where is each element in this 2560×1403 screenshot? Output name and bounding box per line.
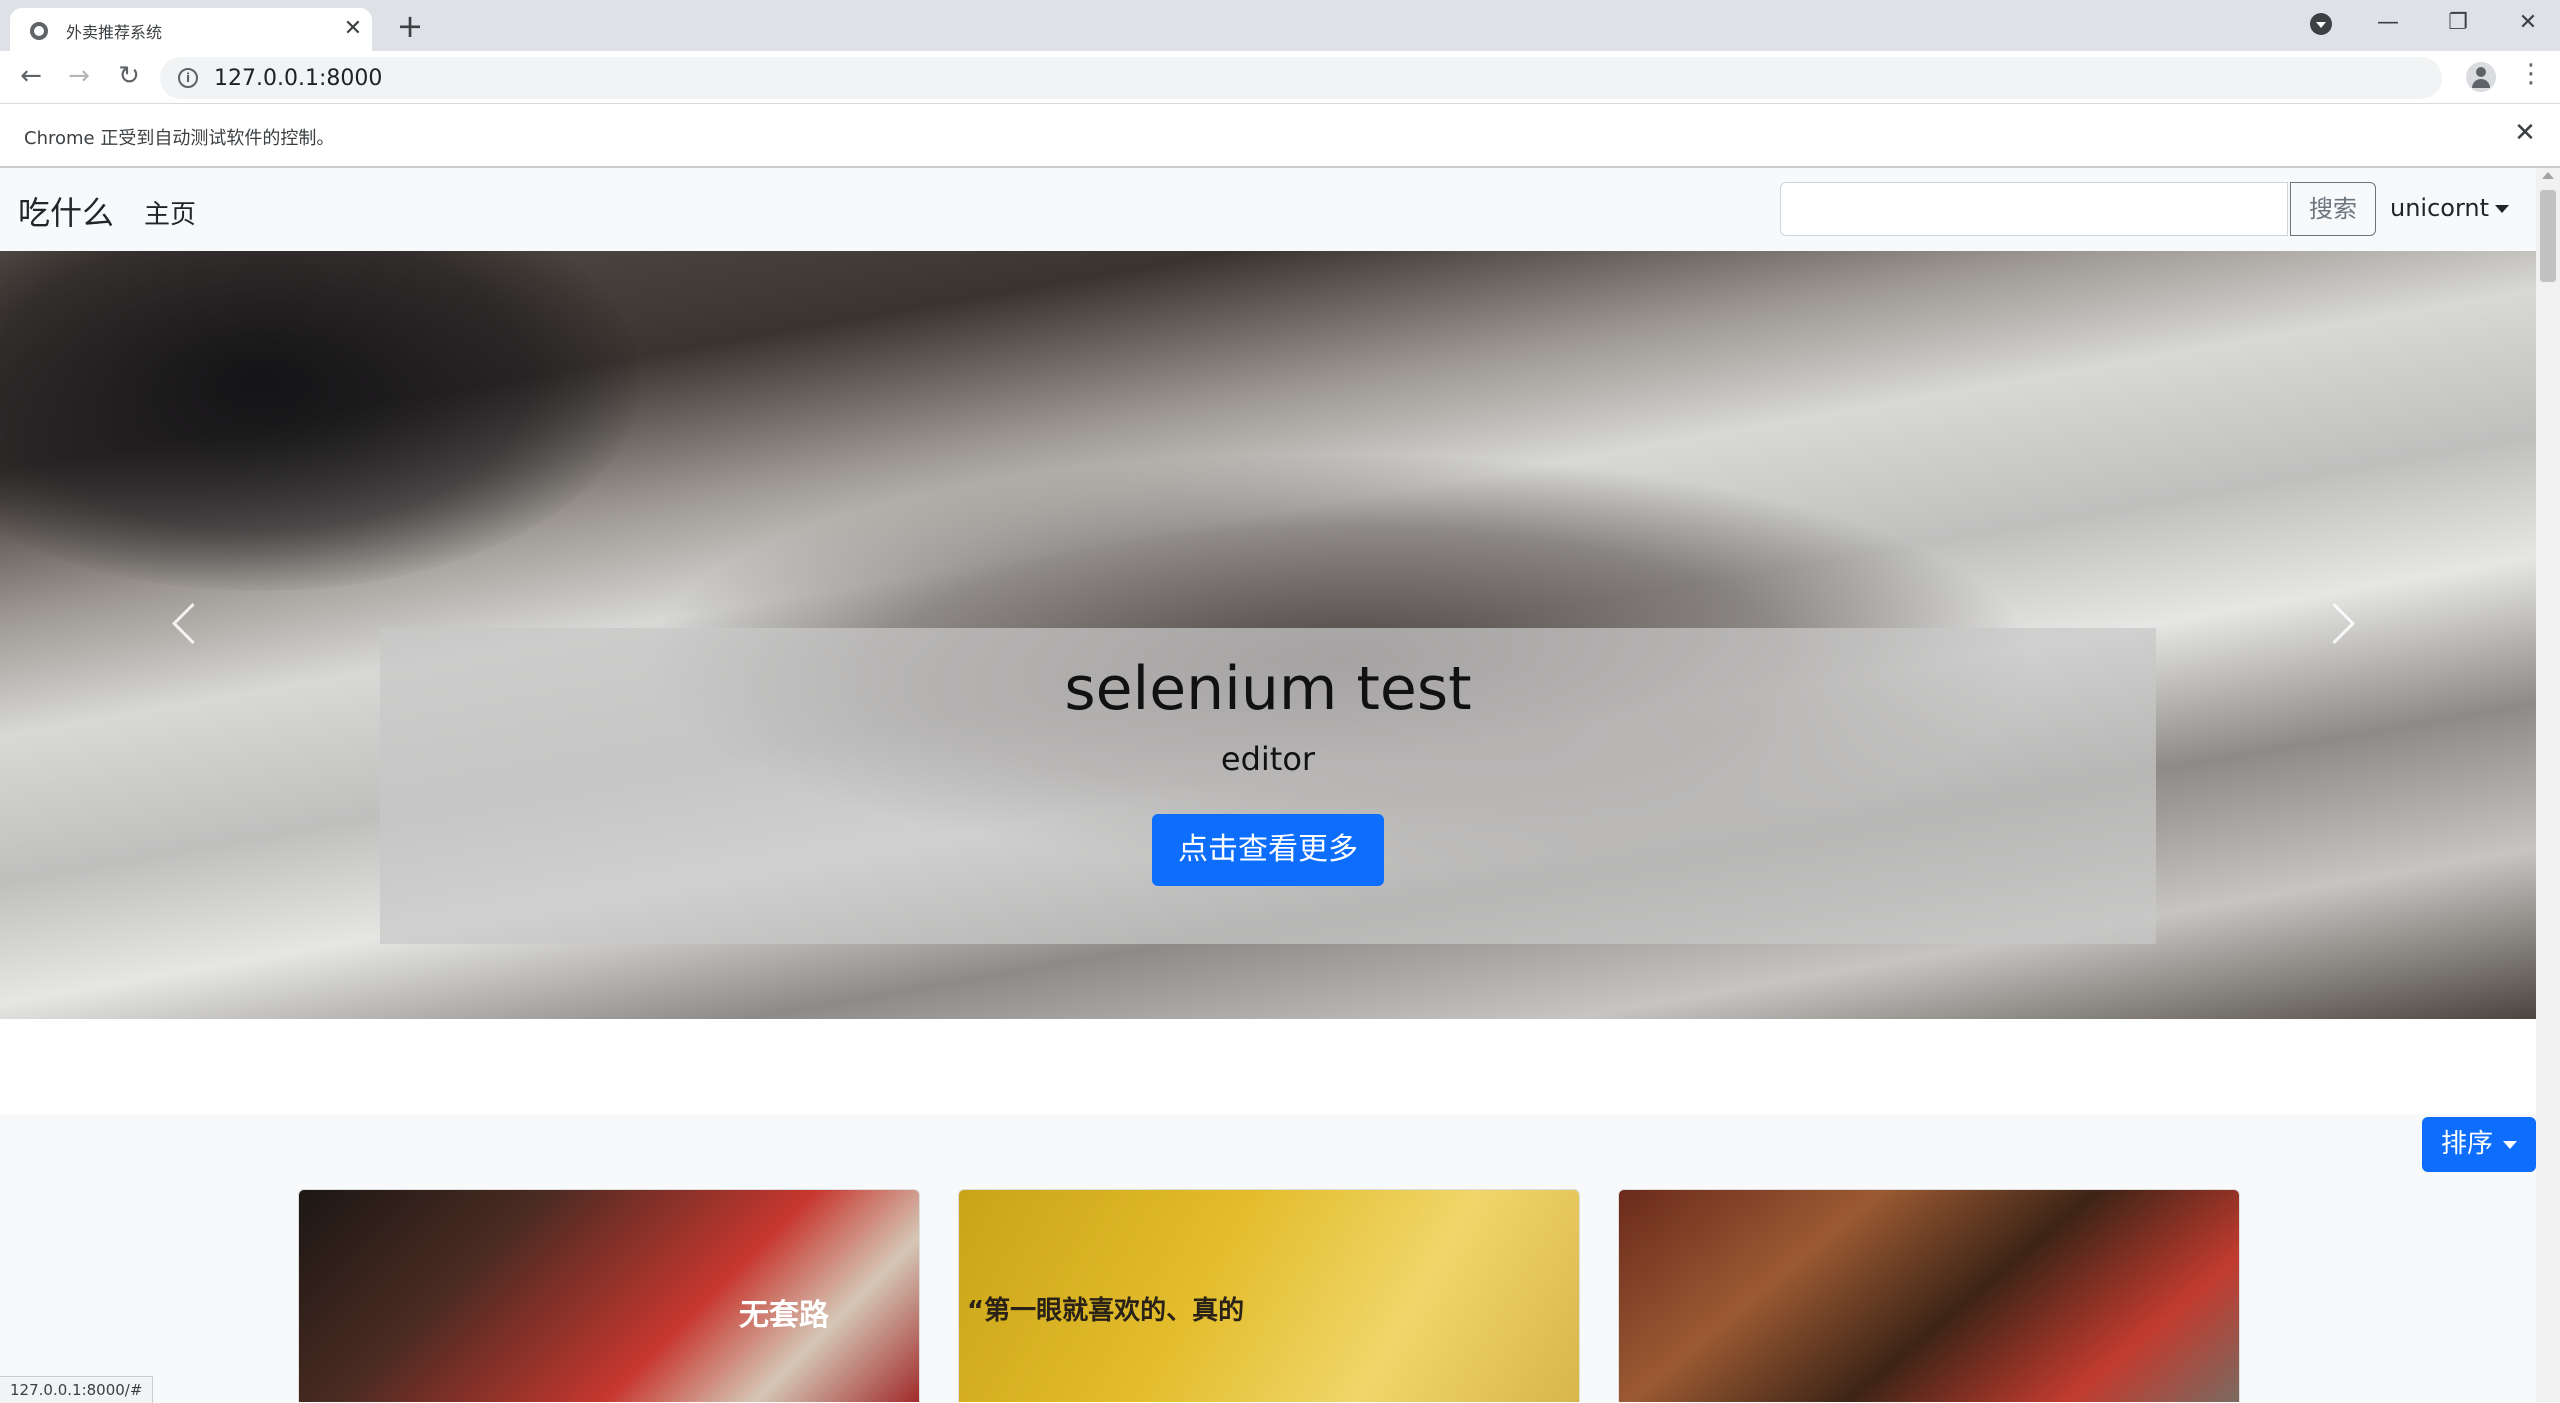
site-navbar: 吃什么 主页 搜索 unicornt <box>0 168 2536 251</box>
hero-carousel: selenium test editor 点击查看更多 <box>0 251 2536 1019</box>
status-bar: 127.0.0.1:8000/# <box>0 1376 154 1403</box>
minimize-button[interactable]: — <box>2368 10 2408 35</box>
search-button[interactable]: 搜索 <box>2290 182 2376 236</box>
url-text[interactable]: 127.0.0.1:8000 <box>214 66 382 91</box>
chevron-left-icon <box>171 602 214 645</box>
sort-dropdown-button[interactable]: 排序 <box>2422 1117 2536 1172</box>
web-page: 吃什么 主页 搜索 unicornt selenium test editor … <box>0 168 2560 1402</box>
caret-down-icon <box>2495 205 2510 213</box>
account-icon[interactable] <box>2466 62 2496 92</box>
new-tab-button[interactable]: + <box>392 7 428 45</box>
sort-label: 排序 <box>2440 1129 2493 1159</box>
nav-home-link[interactable]: 主页 <box>144 194 196 231</box>
caret-down-icon <box>2503 1140 2517 1149</box>
browser-tab[interactable]: 外卖推荐系统 ✕ <box>10 8 372 51</box>
carousel-prev-button[interactable] <box>150 551 230 711</box>
carousel-subtitle: editor <box>1220 740 1316 778</box>
tab-close-icon[interactable]: ✕ <box>340 16 366 42</box>
card-image-text: 无套路 <box>739 1298 829 1333</box>
carousel-next-button[interactable] <box>2300 551 2380 711</box>
info-icon[interactable]: i <box>178 68 198 88</box>
forward-icon[interactable]: → <box>62 59 96 93</box>
carousel-caption: selenium test editor 点击查看更多 <box>380 628 2156 944</box>
page-scrollbar[interactable] <box>2536 168 2560 1402</box>
address-bar[interactable]: i 127.0.0.1:8000 ☆ <box>160 57 2442 99</box>
browser-toolbar: ← → ↻ i 127.0.0.1:8000 ☆ ⋮ <box>0 51 2560 104</box>
back-icon[interactable]: ← <box>14 59 48 93</box>
reload-icon[interactable]: ↻ <box>112 59 146 93</box>
search-input[interactable] <box>1780 182 2288 236</box>
scrollbar-thumb[interactable] <box>2540 190 2556 282</box>
tab-title: 外卖推荐系统 <box>66 23 163 42</box>
view-more-button[interactable]: 点击查看更多 <box>1152 814 1384 886</box>
restaurant-card[interactable]: 无套路 <box>298 1189 920 1402</box>
browser-tabstrip: 外卖推荐系统 ✕ + — ❐ ✕ <box>0 0 2560 51</box>
restaurant-card[interactable]: “第一眼就喜欢的、真的 <box>958 1189 1580 1402</box>
infobar-text: Chrome 正受到自动测试软件的控制。 <box>24 128 335 149</box>
globe-icon <box>30 22 48 40</box>
user-dropdown[interactable]: unicornt <box>2390 194 2510 222</box>
menu-icon[interactable]: ⋮ <box>2518 59 2544 89</box>
restaurant-card[interactable] <box>1618 1189 2240 1402</box>
scroll-up-icon[interactable] <box>2542 172 2554 179</box>
tab-search-icon[interactable] <box>2310 13 2332 35</box>
automation-infobar: Chrome 正受到自动测试软件的控制。 ✕ <box>0 104 2560 168</box>
food-image-shadow <box>0 251 640 591</box>
user-name: unicornt <box>2390 194 2490 222</box>
chevron-right-icon <box>2313 602 2356 645</box>
carousel-title: selenium test <box>1064 654 1472 724</box>
infobar-close-icon[interactable]: ✕ <box>2510 118 2540 148</box>
restore-button[interactable]: ❐ <box>2438 10 2478 35</box>
close-window-button[interactable]: ✕ <box>2508 10 2548 35</box>
card-image-text: “第一眼就喜欢的、真的 <box>967 1296 1245 1326</box>
site-brand[interactable]: 吃什么 <box>18 188 114 234</box>
